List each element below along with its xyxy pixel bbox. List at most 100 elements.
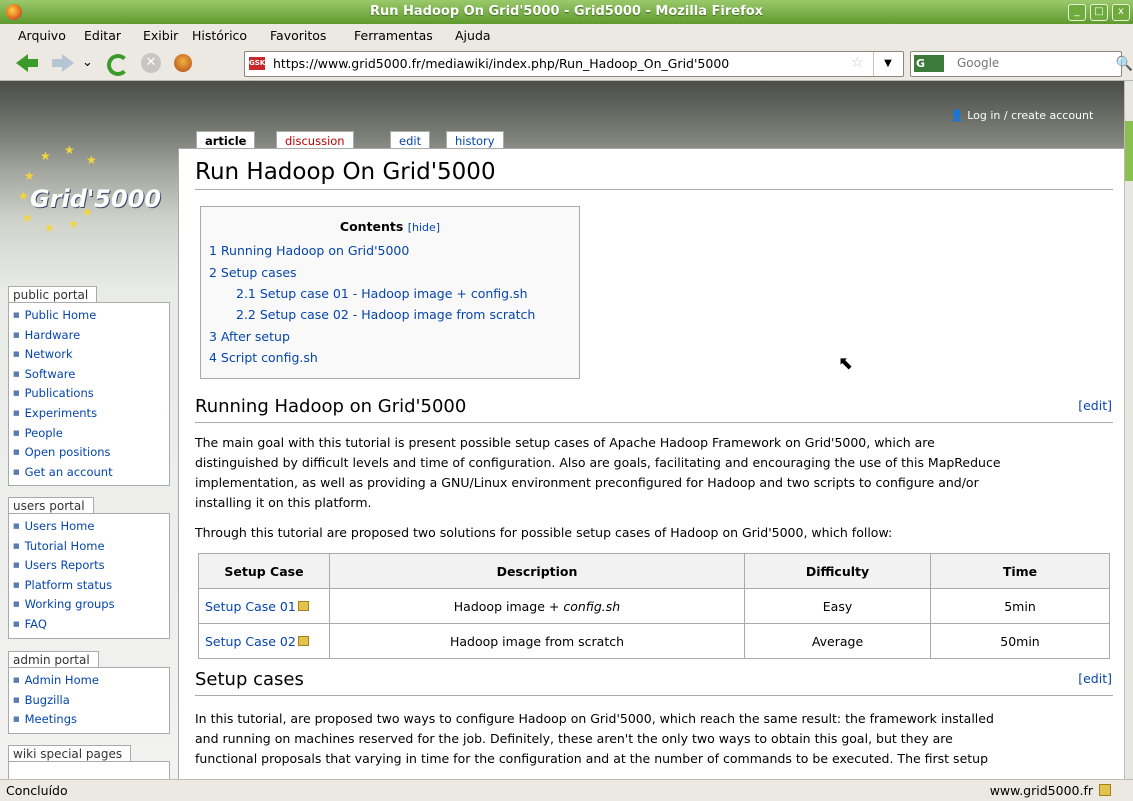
time-cell: 5min	[930, 588, 1110, 624]
section-heading-running-hadoop: Running Hadoop on Grid'5000	[195, 396, 467, 417]
public-portal-list: Public Home Hardware Network Software Pu…	[8, 302, 170, 487]
home-icon[interactable]	[172, 51, 196, 75]
url-text[interactable]: https://www.grid5000.fr/mediawiki/index.…	[273, 56, 729, 71]
sidebar-item-platform-status[interactable]: Platform status	[9, 576, 169, 596]
article-content: Run Hadoop On Grid'5000 Contents [hide] …	[178, 148, 1124, 779]
logo-star-icon: ★	[64, 143, 75, 157]
menu-favoritos[interactable]: Favoritos	[270, 28, 326, 43]
title-divider	[195, 189, 1113, 190]
admin-portal-list: Admin Home Bugzilla Meetings	[8, 667, 170, 734]
sidebar-item-open-positions[interactable]: Open positions	[9, 443, 169, 463]
table-row: Setup Case 01 Hadoop image + config.sh E…	[198, 588, 1110, 624]
difficulty-cell: Average	[744, 623, 931, 659]
toc-item[interactable]: 3 After setup	[209, 329, 290, 344]
status-text: Concluído	[6, 783, 68, 798]
address-bar[interactable]: GSK https://www.grid5000.fr/mediawiki/in…	[244, 51, 904, 77]
back-arrow-icon[interactable]	[14, 51, 40, 75]
lock-icon	[297, 600, 309, 611]
menu-editar[interactable]: Editar	[84, 28, 121, 43]
menu-arquivo[interactable]: Arquivo	[18, 28, 66, 43]
navigation-toolbar: ⌄ ✕ GSK https://www.grid5000.fr/mediawik…	[0, 46, 1133, 81]
column-header: Setup Case	[198, 553, 330, 589]
public-portal-heading: public portal	[8, 286, 98, 303]
grid5000-logo[interactable]: ★ ★ ★ ★ ★ ★ ★ ★ ★ Grid'5000	[10, 141, 170, 235]
sidebar-item-users-home[interactable]: Users Home	[9, 517, 169, 537]
site-favicon-icon: GSK	[249, 57, 265, 70]
login-link[interactable]: 👤 Log in / create account	[950, 109, 1093, 122]
logo-star-icon: ★	[18, 189, 29, 203]
menu-exibir[interactable]: Exibir	[143, 28, 178, 43]
toc-item[interactable]: 1 Running Hadoop on Grid'5000	[209, 243, 409, 258]
bookmark-star-icon[interactable]: ☆	[851, 55, 864, 71]
security-lock-icon[interactable]	[1099, 784, 1111, 796]
table-row: Setup Case 02 Hadoop image from scratch …	[198, 623, 1110, 659]
login-label: Log in / create account	[967, 109, 1094, 122]
url-dropdown-button[interactable]: ▼	[873, 52, 902, 76]
paragraph-line: installing it on this platform.	[195, 495, 372, 510]
toc-item[interactable]: 4 Script config.sh	[209, 350, 318, 365]
setup-case-link[interactable]: Setup Case 02	[205, 634, 296, 649]
toc-title: Contents [hide]	[201, 219, 579, 234]
menu-ferramentas[interactable]: Ferramentas	[354, 28, 433, 43]
mouse-cursor-icon: ⬉	[838, 353, 854, 374]
forward-arrow-icon[interactable]	[50, 51, 76, 75]
setup-case-cell: Setup Case 01	[198, 588, 330, 624]
sidebar-item-users-reports[interactable]: Users Reports	[9, 556, 169, 576]
stop-icon[interactable]: ✕	[140, 51, 162, 75]
setup-case-link[interactable]: Setup Case 01	[205, 599, 296, 614]
sidebar-item-software[interactable]: Software	[9, 365, 169, 385]
users-portal-heading: users portal	[8, 497, 94, 514]
search-engine-icon[interactable]: G	[914, 55, 944, 72]
minimize-button[interactable]: _	[1068, 4, 1086, 21]
paragraph-line: The main goal with this tutorial is pres…	[195, 435, 935, 450]
toc-item[interactable]: 2.2 Setup case 02 - Hadoop image from sc…	[236, 307, 535, 322]
maximize-button[interactable]: □	[1090, 4, 1108, 21]
sidebar-item-meetings[interactable]: Meetings	[9, 710, 169, 730]
sidebar-item-bugzilla[interactable]: Bugzilla	[9, 691, 169, 711]
paragraph-line: implementation, as well as providing a G…	[195, 475, 979, 490]
logo-star-icon: ★	[86, 153, 97, 167]
edit-section-link[interactable]: [edit]	[1078, 671, 1112, 686]
setup-cases-paragraph: In this tutorial, are proposed two ways …	[195, 709, 1107, 769]
toc-item[interactable]: 2 Setup cases	[209, 265, 297, 280]
search-icon[interactable]: 🔍	[1116, 56, 1133, 72]
edit-section-link[interactable]: [edit]	[1078, 398, 1112, 413]
sidebar-item-get-an-account[interactable]: Get an account	[9, 463, 169, 483]
logo-star-icon: ★	[24, 169, 35, 183]
admin-portal-heading: admin portal	[8, 651, 99, 668]
close-button[interactable]: x	[1112, 4, 1130, 21]
section-divider	[195, 695, 1113, 696]
scrollbar-thumb[interactable]	[1125, 121, 1133, 181]
toc-hide-link[interactable]: [hide]	[408, 221, 440, 234]
menu-historico[interactable]: Histórico	[192, 28, 247, 43]
section-divider	[195, 422, 1113, 423]
history-dropdown-icon[interactable]: ⌄	[82, 55, 94, 79]
sidebar-item-hardware[interactable]: Hardware	[9, 326, 169, 346]
menu-ajuda[interactable]: Ajuda	[455, 28, 491, 43]
search-input[interactable]	[955, 55, 1099, 71]
logo-star-icon: ★	[40, 149, 51, 163]
sidebar-item-public-home[interactable]: Public Home	[9, 306, 169, 326]
description-text: Hadoop image +	[453, 598, 564, 614]
sidebar-item-people[interactable]: People	[9, 424, 169, 444]
page-title: Run Hadoop On Grid'5000	[195, 159, 496, 185]
status-host: www.grid5000.fr	[989, 783, 1093, 798]
user-icon: 👤	[950, 109, 964, 122]
reload-icon[interactable]	[104, 51, 129, 76]
toc-item[interactable]: 2.1 Setup case 01 - Hadoop image + confi…	[236, 286, 528, 301]
menu-bar: Arquivo Editar Exibir Histórico Favorito…	[0, 24, 1133, 47]
sidebar-item-working-groups[interactable]: Working groups	[9, 595, 169, 615]
logo-star-icon: ★	[68, 217, 79, 231]
sidebar-item-tutorial-home[interactable]: Tutorial Home	[9, 537, 169, 557]
sidebar-item-publications[interactable]: Publications	[9, 384, 169, 404]
sidebar-item-experiments[interactable]: Experiments	[9, 404, 169, 424]
time-cell: 50min	[930, 623, 1110, 659]
vertical-scrollbar[interactable]	[1124, 81, 1133, 779]
description-cell: Hadoop image + config.sh	[329, 588, 745, 624]
paragraph-line: and running on machines reserved for the…	[195, 731, 953, 746]
sidebar-item-faq[interactable]: FAQ	[9, 615, 169, 635]
sidebar-item-network[interactable]: Network	[9, 345, 169, 365]
sidebar-item-admin-home[interactable]: Admin Home	[9, 671, 169, 691]
search-bar[interactable]: G 🔍	[910, 51, 1133, 77]
column-header: Description	[329, 553, 745, 589]
